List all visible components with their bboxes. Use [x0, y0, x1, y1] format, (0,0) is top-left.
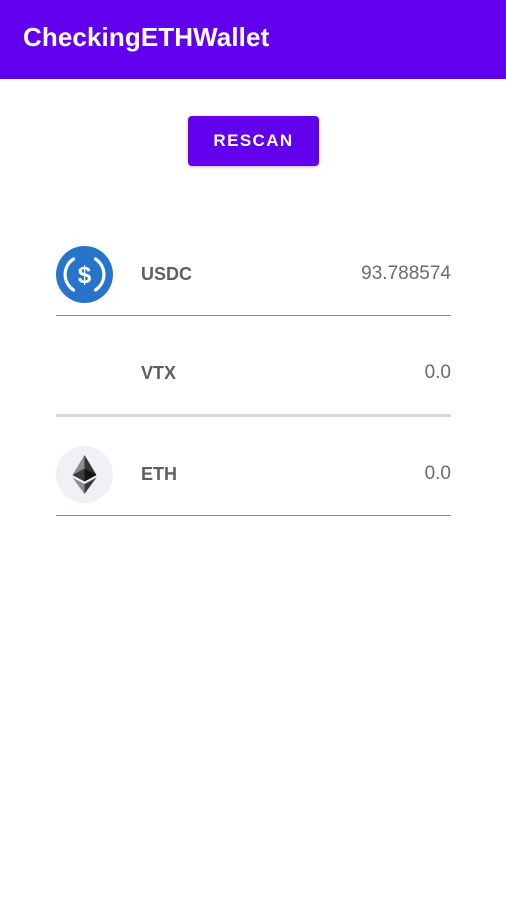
token-balance: 0.0 — [424, 463, 451, 484]
app-screen: CheckingETHWallet RESCAN $ USDC 93.78857… — [0, 0, 506, 900]
app-title: CheckingETHWallet — [23, 22, 270, 52]
token-row-vtx[interactable]: VTX 0.0 — [56, 325, 451, 417]
token-symbol: USDC — [141, 264, 193, 284]
token-row-eth[interactable]: ETH 0.0 — [56, 426, 451, 516]
token-symbol: VTX — [141, 363, 177, 383]
token-list: $ USDC 93.788574 VTX 0.0 ETH 0.0 — [56, 226, 451, 516]
rescan-button[interactable]: RESCAN — [188, 116, 319, 166]
token-row-usdc[interactable]: $ USDC 93.788574 — [56, 226, 451, 316]
svg-text:$: $ — [78, 262, 92, 289]
app-bar: CheckingETHWallet — [0, 0, 506, 79]
token-balance: 0.0 — [424, 362, 451, 383]
ethereum-icon — [56, 446, 113, 503]
usdc-icon: $ — [56, 246, 113, 303]
token-balance: 93.788574 — [361, 263, 451, 284]
token-symbol: ETH — [141, 464, 177, 484]
